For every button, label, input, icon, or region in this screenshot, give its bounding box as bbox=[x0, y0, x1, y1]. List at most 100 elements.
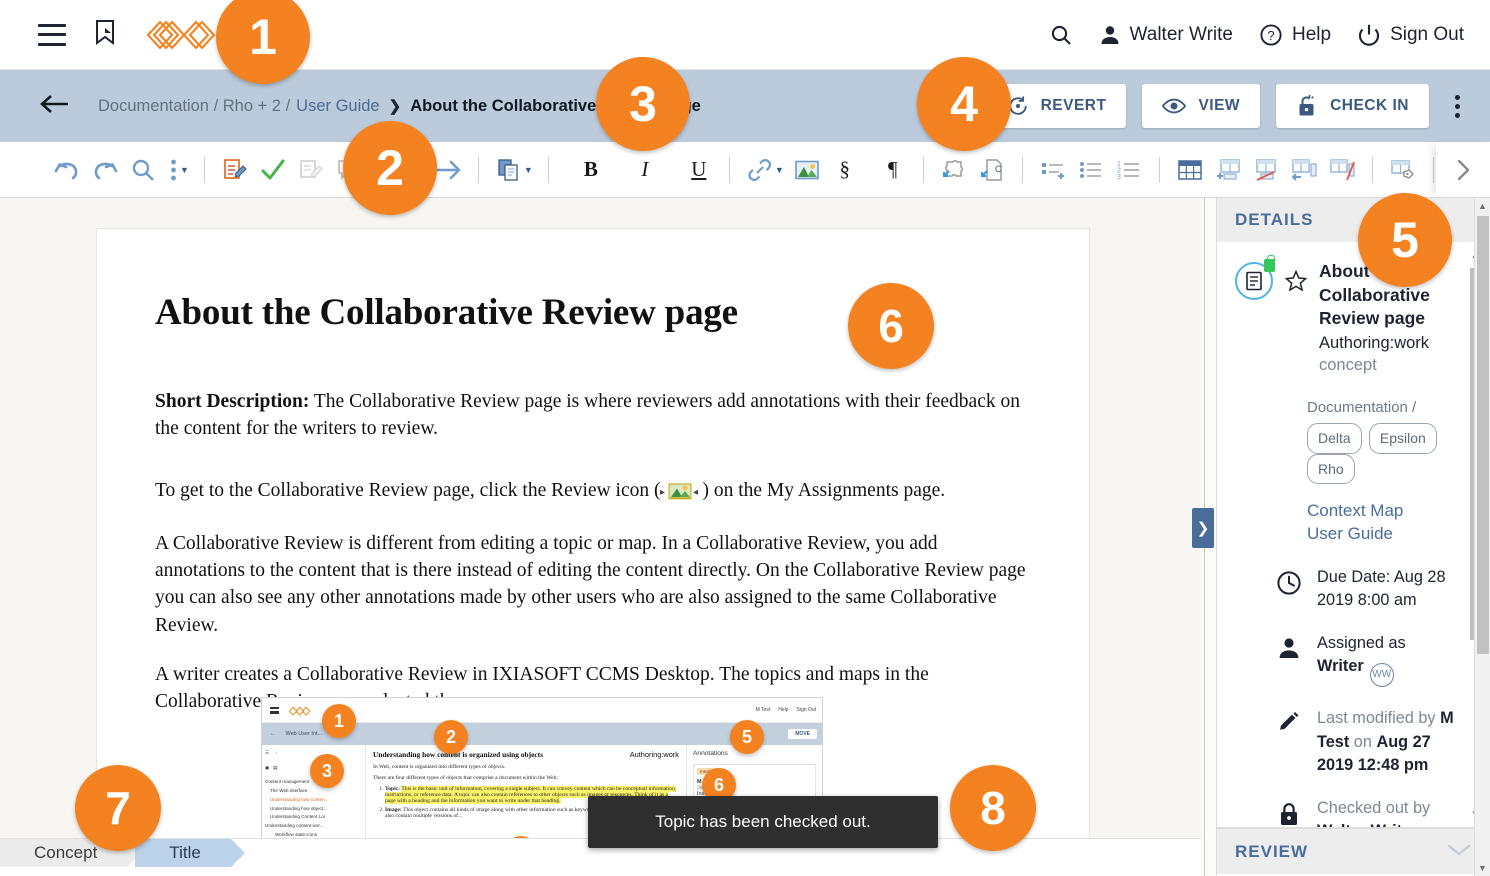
pencil-icon bbox=[1275, 707, 1303, 735]
page-scroll-down-icon[interactable]: ▼ bbox=[1475, 860, 1490, 876]
page-scrollbar[interactable]: ▲ ▼ bbox=[1474, 198, 1490, 876]
more-options-caret-icon[interactable]: ▼ bbox=[180, 165, 189, 175]
user-menu[interactable]: Walter Write bbox=[1099, 24, 1233, 46]
review-section-header[interactable]: REVIEW bbox=[1217, 828, 1490, 874]
tag-chip[interactable]: Epsilon bbox=[1368, 422, 1437, 454]
redo-icon[interactable] bbox=[86, 151, 124, 189]
document-page[interactable]: About the Collaborative Review page Shor… bbox=[96, 228, 1090, 838]
insert-row-icon[interactable] bbox=[1209, 151, 1247, 189]
bold-glyph: B bbox=[583, 157, 598, 181]
tag-chip[interactable]: Delta bbox=[1307, 422, 1362, 454]
insert-link-icon[interactable] bbox=[741, 151, 779, 189]
header-actions: Walter Write ? Help Sign Out bbox=[1049, 23, 1464, 47]
favorite-star-icon[interactable] bbox=[1284, 269, 1308, 376]
hamburger-menu-icon[interactable] bbox=[38, 23, 66, 46]
embedded-move-button: MOVE bbox=[788, 729, 817, 739]
checkin-button[interactable]: CHECK IN bbox=[1276, 84, 1429, 128]
callout-badge-7: 7 bbox=[75, 765, 161, 851]
insert-table-icon[interactable] bbox=[1171, 151, 1209, 189]
embedded-callout-5: 5 bbox=[730, 720, 764, 754]
svg-text:?: ? bbox=[1267, 28, 1274, 43]
due-date-text: Due Date: Aug 28 2019 8:00 am bbox=[1317, 567, 1446, 610]
insert-conref-icon[interactable]: C bbox=[973, 151, 1011, 189]
page-scroll-up-icon[interactable]: ▲ bbox=[1475, 198, 1490, 214]
breadcrumb-root[interactable]: Documentation / Rho + 2 / bbox=[98, 97, 290, 116]
editor-canvas[interactable]: About the Collaborative Review page Shor… bbox=[0, 198, 1201, 838]
checkin-lock-icon bbox=[1299, 95, 1314, 116]
callout-badge-8: 8 bbox=[950, 765, 1036, 851]
paragraph-marks-icon[interactable]: ¶ bbox=[874, 151, 912, 189]
ixiasoft-logo bbox=[144, 16, 224, 54]
definition-list-icon[interactable] bbox=[1034, 151, 1072, 189]
undo-icon[interactable] bbox=[48, 151, 86, 189]
bookmark-icon[interactable] bbox=[94, 19, 116, 50]
breadcrumb-separator-icon: ❯ bbox=[388, 98, 402, 115]
embedded-article-p2: There are four different types of object… bbox=[373, 775, 558, 781]
breadcrumb-user-guide[interactable]: User Guide bbox=[296, 97, 379, 116]
tree-item: Understanding Content Lor bbox=[270, 814, 326, 820]
embedded-user: M Test bbox=[755, 707, 771, 713]
checkedout-prefix: Checked out by bbox=[1317, 798, 1431, 817]
toast-notification: Topic has been checked out. bbox=[588, 796, 938, 848]
accept-change-icon[interactable] bbox=[254, 151, 292, 189]
breadcrumb-bar: Documentation / Rho + 2 / User Guide ❯ A… bbox=[0, 70, 1490, 142]
section-icon[interactable]: § bbox=[826, 151, 864, 189]
review-label: REVIEW bbox=[1235, 841, 1309, 861]
tab-title-label: Title bbox=[169, 843, 201, 862]
tree-item-selected: Understanding how conten... bbox=[270, 796, 329, 802]
toolbar-divider bbox=[477, 156, 479, 183]
italic-glyph: I bbox=[641, 157, 649, 181]
toolbar-divider bbox=[728, 156, 730, 183]
tree-item: Understanding how object... bbox=[270, 805, 327, 811]
chevron-down-icon[interactable] bbox=[1446, 842, 1472, 862]
details-tags-prefix: Documentation / bbox=[1307, 399, 1417, 417]
power-icon bbox=[1359, 24, 1380, 46]
view-label: VIEW bbox=[1198, 97, 1241, 114]
modified-mid: on bbox=[1349, 732, 1377, 751]
paste-options-icon[interactable] bbox=[490, 151, 528, 189]
context-map-label[interactable]: Context Map bbox=[1307, 500, 1456, 523]
search-icon bbox=[1051, 25, 1071, 45]
toast-message: Topic has been checked out. bbox=[655, 812, 871, 831]
collapse-panel-icon[interactable]: ❯ bbox=[1192, 508, 1214, 548]
find-replace-icon[interactable] bbox=[124, 151, 162, 189]
embedded-logo: ◇◇◇ bbox=[289, 704, 310, 717]
kebab-menu-icon[interactable] bbox=[1445, 89, 1470, 124]
insert-image-icon[interactable] bbox=[788, 151, 826, 189]
difference-paragraph: A Collaborative Review is different from… bbox=[155, 532, 1026, 636]
document-actions: REVERT VIEW CHECK IN bbox=[986, 84, 1470, 128]
toolbar-divider bbox=[1371, 156, 1373, 183]
numbered-list-icon[interactable]: 1 2 3 bbox=[1110, 151, 1148, 189]
tab-title[interactable]: Title bbox=[135, 839, 245, 867]
page-scrollbar-thumb[interactable] bbox=[1477, 216, 1489, 654]
get-to-paragraph: To get to the Collaborative Review page,… bbox=[155, 477, 1031, 508]
signout-button[interactable]: Sign Out bbox=[1357, 23, 1464, 47]
underline-icon[interactable]: U bbox=[680, 151, 718, 189]
delete-row-icon[interactable] bbox=[1247, 151, 1285, 189]
help-button[interactable]: ? Help bbox=[1259, 23, 1331, 47]
search-button[interactable] bbox=[1049, 23, 1073, 47]
tag-chip[interactable]: Rho bbox=[1307, 453, 1355, 485]
embedded-crumb-label: Web User Int... bbox=[285, 731, 323, 737]
table-properties-icon[interactable] bbox=[1384, 151, 1422, 189]
signout-label: Sign Out bbox=[1390, 23, 1464, 45]
context-map-value[interactable]: User Guide bbox=[1307, 523, 1456, 546]
avatar[interactable]: WW bbox=[1369, 663, 1394, 688]
insert-column-icon[interactable] bbox=[1285, 151, 1323, 189]
bold-icon[interactable]: B bbox=[572, 151, 610, 189]
paste-options-caret-icon[interactable]: ▼ bbox=[524, 165, 533, 175]
svg-text:◂: ◂ bbox=[693, 487, 698, 498]
section-glyph: § bbox=[839, 157, 851, 181]
track-changes-icon[interactable] bbox=[216, 151, 254, 189]
insert-element-icon[interactable] bbox=[935, 151, 973, 189]
italic-icon[interactable]: I bbox=[626, 151, 664, 189]
callout-badge-4: 4 bbox=[917, 57, 1011, 151]
back-arrow-icon[interactable] bbox=[40, 93, 70, 120]
reject-change-icon[interactable] bbox=[292, 151, 330, 189]
delete-column-icon[interactable] bbox=[1323, 151, 1361, 189]
insert-link-caret-icon[interactable]: ▼ bbox=[775, 165, 784, 175]
view-button[interactable]: VIEW bbox=[1142, 84, 1261, 128]
callout-badge-3: 3 bbox=[596, 57, 690, 151]
bulleted-list-icon[interactable] bbox=[1072, 151, 1110, 189]
toolbar-expand-icon[interactable] bbox=[1436, 142, 1490, 198]
